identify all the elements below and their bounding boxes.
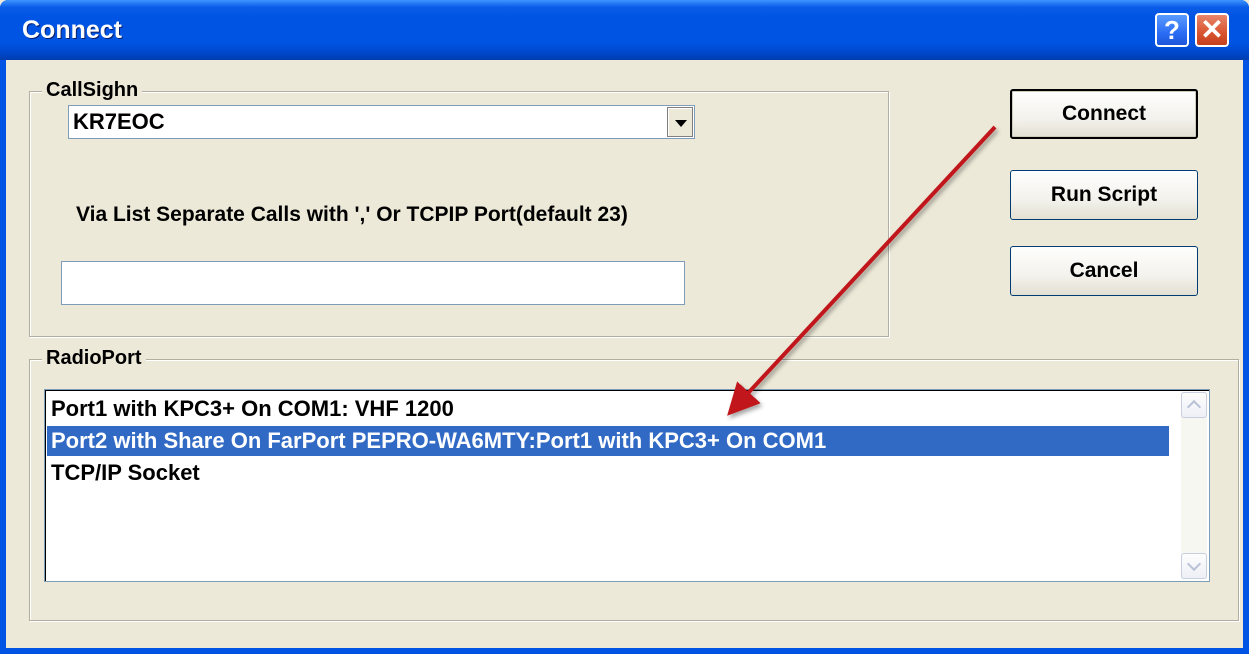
connect-button[interactable]: Connect <box>1010 89 1198 139</box>
list-item[interactable]: Port1 with KPC3+ On COM1: VHF 1200 <box>47 394 1177 424</box>
list-item-selected[interactable]: Port2 with Share On FarPort PEPRO-WA6MTY… <box>47 426 1169 456</box>
via-list-label: Via List Separate Calls with ',' Or TCPI… <box>76 203 628 226</box>
callsign-combobox[interactable]: KR7EOC <box>68 105 695 139</box>
scroll-up-icon[interactable] <box>1181 392 1207 418</box>
radioport-group-label: RadioPort <box>42 347 146 370</box>
connect-dialog: Connect ? ✕ CallSighn KR7EOC Via List Se… <box>0 0 1249 654</box>
chevron-down-icon[interactable] <box>667 107 693 137</box>
dialog-body: CallSighn KR7EOC Via List Separate Calls… <box>6 60 1243 648</box>
scroll-down-icon[interactable] <box>1181 553 1207 579</box>
title-bar[interactable]: Connect ? ✕ <box>0 0 1249 60</box>
callsign-value: KR7EOC <box>73 109 165 134</box>
list-item[interactable]: TCP/IP Socket <box>47 458 1177 488</box>
window-title: Connect <box>22 16 122 44</box>
via-list-input[interactable] <box>61 261 685 305</box>
close-button[interactable]: ✕ <box>1195 13 1229 47</box>
vertical-scrollbar[interactable] <box>1181 392 1207 579</box>
help-button[interactable]: ? <box>1155 13 1189 47</box>
run-script-button[interactable]: Run Script <box>1010 170 1198 220</box>
radioport-list[interactable]: Port1 with KPC3+ On COM1: VHF 1200 Port2… <box>44 389 1210 582</box>
cancel-button[interactable]: Cancel <box>1010 246 1198 296</box>
callsign-group-label: CallSighn <box>42 79 143 102</box>
